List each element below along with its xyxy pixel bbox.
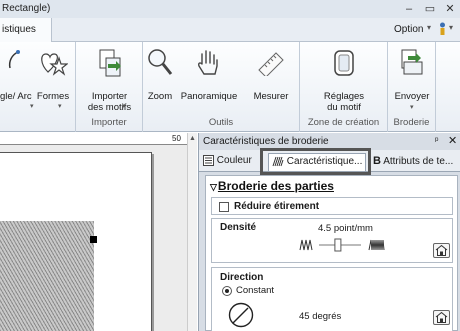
pin-icon[interactable]: ᵖ (435, 135, 438, 145)
hand-icon (198, 50, 218, 75)
tab-text-attributes[interactable]: B Attributs de te... (373, 153, 453, 171)
group-outils: Zoom Panoramique Mesurer Outils (143, 42, 300, 132)
selection-handle[interactable] (90, 236, 97, 243)
pan-label: Panoramique (180, 91, 238, 102)
scroll-up-icon[interactable]: ▲ (189, 135, 196, 142)
hoop-icon (334, 50, 354, 76)
zoom-label: Zoom (147, 91, 173, 102)
import-patterns-label: Importer des motifs (87, 91, 132, 113)
maximize-button[interactable]: ▭ (423, 2, 437, 16)
help-dropdown-icon[interactable]: ▾ (449, 23, 453, 32)
group-importer: Importer des motifs Importer (76, 42, 143, 132)
collapse-triangle-icon[interactable]: ▽ (210, 182, 217, 193)
direction-reset-button[interactable] (433, 310, 450, 325)
group-broderie-label: Broderie (393, 117, 430, 128)
shapes-dropdown-icon[interactable]: ▾ (58, 102, 62, 110)
shapes-label: Formes (36, 91, 70, 102)
density-slider[interactable] (299, 237, 399, 253)
pan-button[interactable]: Panoramique (176, 42, 242, 115)
group-zone-creation: Réglages du motif Zone de création (300, 42, 388, 132)
section-header[interactable]: ▽Broderie des parties (210, 179, 334, 193)
panel-close-button[interactable]: ✕ (448, 134, 457, 147)
home-icon (435, 244, 448, 256)
reduce-stretch-label: Réduire étirement (234, 201, 320, 212)
reduce-stretch-checkbox[interactable] (219, 202, 229, 212)
import-dropdown-icon[interactable]: ▾ (122, 102, 126, 110)
angle-dial[interactable] (228, 302, 254, 328)
direction-box: Direction Constant 45 degrés (211, 267, 453, 331)
shapes-button[interactable]: Formes (32, 42, 74, 115)
section-title: Broderie des parties (217, 179, 334, 193)
window-title: Rectangle) (2, 3, 51, 14)
home-icon (435, 311, 448, 323)
arc-icon (8, 50, 20, 69)
arc-button[interactable]: gle/ Arc (0, 42, 34, 115)
group-broderie: Envoyer Broderie (388, 42, 436, 132)
tab-caracteristiques[interactable]: istiques (0, 18, 52, 42)
group-shapes: gle/ Arc Formes (0, 42, 76, 132)
highlight-callout (260, 148, 371, 175)
density-slider-thumb (334, 238, 342, 252)
measure-label: Mesurer (253, 91, 289, 102)
tab-caracteristiques-label: istiques (2, 24, 36, 35)
panel-title: Caractéristiques de broderie (203, 136, 329, 147)
magnifier-icon (148, 49, 173, 75)
tab-color-label: Couleur (216, 155, 252, 167)
import-icon (99, 49, 121, 77)
reduce-stretch-box: Réduire étirement (211, 197, 453, 215)
ruler-mark: 50 (172, 134, 181, 143)
ribbon-tab-bar: istiques Option ▾ ▾ (0, 18, 460, 42)
panel-content: ▽Broderie des parties Réduire étirement … (205, 175, 458, 331)
high-density-icon (368, 239, 385, 251)
send-icon (401, 49, 423, 75)
zoom-button[interactable]: Zoom (143, 42, 177, 115)
title-bar: Rectangle) – ▭ ✕ (0, 0, 460, 18)
tab-color[interactable]: Couleur (203, 153, 252, 171)
option-menu[interactable]: Option (394, 24, 423, 35)
group-zone-creation-label: Zone de création (307, 117, 380, 128)
density-box: Densité 4.5 point/mm (211, 218, 453, 263)
ribbon: gle/ Arc Formes Importer des motifs Impo… (0, 42, 460, 132)
arc-label: gle/ Arc (0, 91, 32, 102)
direction-label: Direction (220, 272, 264, 283)
constant-label: Constant (236, 285, 275, 296)
vertical-scrollbar[interactable]: ▲ (187, 133, 197, 331)
send-label: Envoyer (394, 91, 430, 102)
close-button[interactable]: ✕ (443, 2, 457, 16)
constant-radio[interactable] (222, 286, 232, 296)
angle-value: 45 degrés (299, 311, 342, 322)
group-importer-label: Importer (91, 117, 127, 128)
ruler-icon (258, 52, 284, 76)
minimize-button[interactable]: – (402, 2, 416, 16)
embroidery-properties-panel: Caractéristiques de broderie ᵖ ✕ Couleur… (198, 133, 460, 331)
heart-star-icon (41, 53, 68, 76)
option-dropdown-icon[interactable]: ▾ (427, 23, 431, 32)
b-icon: B (373, 155, 381, 167)
pattern-settings-button[interactable]: Réglages du motif (300, 42, 388, 115)
stitched-rectangle[interactable] (0, 221, 94, 331)
measure-button[interactable]: Mesurer (243, 42, 299, 115)
pattern-settings-label: Réglages du motif (323, 91, 365, 113)
low-density-icon (299, 239, 313, 251)
import-patterns-button[interactable]: Importer des motifs (76, 42, 143, 115)
tab-text-attributes-label: Attributs de te... (383, 156, 454, 167)
density-value: 4.5 point/mm (318, 223, 373, 234)
density-label: Densité (220, 222, 257, 233)
density-reset-button[interactable] (433, 243, 450, 258)
group-outils-label: Outils (208, 117, 234, 128)
arc-dropdown-icon[interactable]: ▾ (30, 102, 34, 110)
horizontal-ruler: 50 (0, 133, 188, 145)
help-icon[interactable] (438, 22, 447, 35)
send-dropdown-icon[interactable]: ▾ (410, 103, 414, 111)
color-icon (203, 155, 214, 166)
